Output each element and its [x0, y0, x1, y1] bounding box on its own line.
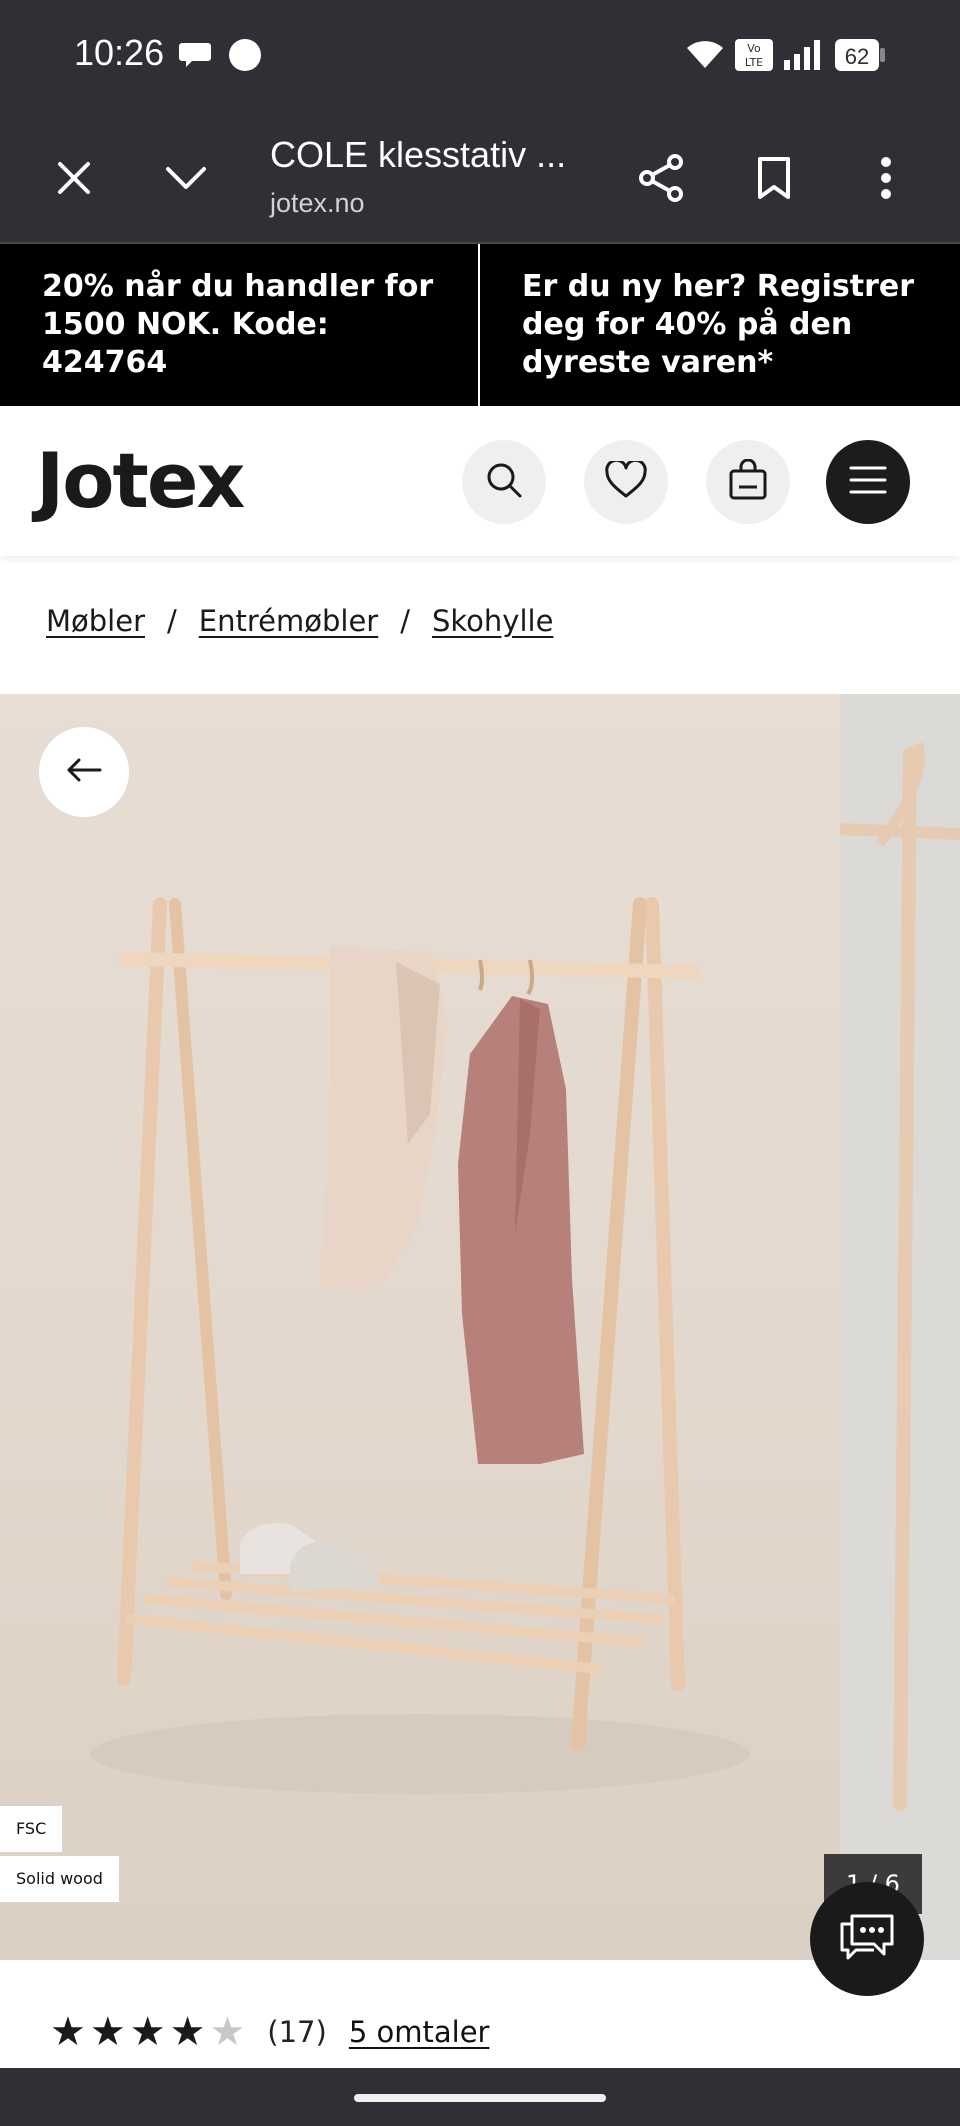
breadcrumb-separator: / [400, 604, 410, 638]
star-filled-icon: ★ [50, 2009, 86, 2055]
chat-icon [838, 1912, 896, 1966]
svg-text:LTE: LTE [745, 56, 763, 69]
volte-icon: Vo LTE [734, 38, 774, 76]
star-empty-icon: ★ [209, 2009, 246, 2055]
chat-bubble-icon [178, 40, 212, 74]
close-tab-button[interactable] [42, 148, 106, 212]
breadcrumb: Møbler / Entrémøbler / Skohylle [46, 604, 553, 638]
reviews-link[interactable]: 5 omtaler [349, 2015, 490, 2049]
site-header: Jotex [0, 406, 960, 556]
star-filled-icon: ★ [169, 2009, 206, 2055]
svg-text:62: 62 [845, 44, 869, 69]
more-vert-icon [880, 156, 892, 204]
bag-icon [727, 458, 769, 505]
share-icon [639, 154, 685, 206]
product-image[interactable] [0, 694, 840, 1960]
solid-wood-tag: Solid wood [0, 1856, 119, 1902]
promo-discount-text: 20% når du handler for 1500 NOK. Kode: 4… [42, 269, 434, 380]
wifi-icon [686, 38, 724, 74]
signal-icon [784, 40, 822, 74]
page-title[interactable]: COLE klesstativ ... [270, 134, 566, 176]
status-bar: 10:26 Vo LTE 62 [0, 0, 960, 112]
search-button[interactable] [462, 440, 546, 524]
promo-register-text: Er du ny her? Registrer deg for 40% på d… [522, 269, 915, 380]
fsc-tag: FSC [0, 1806, 63, 1852]
promo-banner: 20% når du handler for 1500 NOK. Kode: 4… [0, 244, 960, 406]
promo-discount[interactable]: 20% når du handler for 1500 NOK. Kode: 4… [0, 244, 480, 406]
search-icon [484, 460, 524, 504]
product-rating: ★ ★ ★ ★ ★ (17) 5 omtaler [50, 2012, 489, 2052]
next-product-image[interactable] [839, 694, 960, 1960]
promo-register[interactable]: Er du ny her? Registrer deg for 40% på d… [480, 244, 960, 406]
star-filled-icon: ★ [129, 2009, 166, 2055]
breadcrumb-item-entremobler[interactable]: Entrémøbler [199, 604, 378, 638]
page-domain[interactable]: jotex.no [270, 188, 365, 219]
heart-icon [605, 458, 647, 503]
arrow-left-icon [66, 757, 102, 787]
breadcrumb-separator: / [167, 604, 177, 638]
circle-notification-icon [228, 38, 262, 76]
breadcrumb-item-mobler[interactable]: Møbler [46, 604, 145, 638]
status-time: 10:26 [74, 32, 165, 73]
menu-button[interactable] [826, 440, 910, 524]
bookmark-button[interactable] [742, 148, 806, 212]
svg-text:Vo: Vo [747, 42, 761, 55]
system-navigation-bar [0, 2068, 960, 2126]
rating-count: (17) [267, 2015, 327, 2049]
more-options-button[interactable] [854, 148, 918, 212]
breadcrumb-item-skohylle[interactable]: Skohylle [432, 604, 553, 638]
bookmark-icon [756, 156, 792, 204]
rating-stars: ★ ★ ★ ★ ★ [50, 2012, 245, 2052]
minimize-button[interactable] [154, 148, 218, 212]
menu-icon [849, 465, 887, 499]
share-button[interactable] [630, 148, 694, 212]
battery-icon: 62 [834, 38, 886, 76]
gesture-handle[interactable] [354, 2094, 606, 2102]
chat-button[interactable] [810, 1882, 924, 1996]
chevron-down-icon [165, 165, 207, 195]
close-icon [56, 160, 92, 200]
wishlist-button[interactable] [584, 440, 668, 524]
gallery-back-button[interactable] [38, 726, 130, 818]
jotex-logo[interactable]: Jotex [36, 436, 245, 525]
product-gallery[interactable]: FSC Solid wood 1 / 6 [0, 694, 960, 1960]
cart-button[interactable] [706, 440, 790, 524]
browser-toolbar: COLE klesstativ ... jotex.no [0, 112, 960, 244]
star-filled-icon: ★ [89, 2009, 126, 2055]
